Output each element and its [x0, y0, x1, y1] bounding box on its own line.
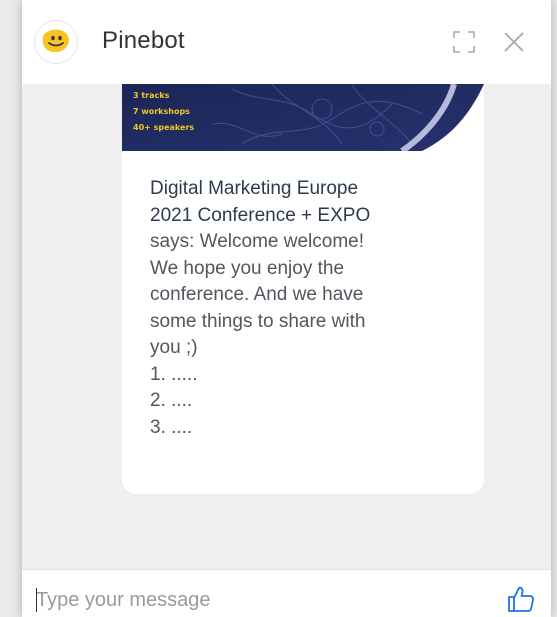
banner-stats: 3 tracks 7 workshops 40+ speakers — [133, 88, 194, 136]
sender-line: 2021 Conference + EXPO — [150, 204, 371, 226]
smiley-bot-icon — [42, 29, 69, 53]
message-composer — [22, 569, 551, 617]
conference-banner-image: 3 tracks 7 workshops 40+ speakers — [122, 84, 484, 151]
banner-stat: 7 workshops — [133, 107, 190, 116]
message-line: says: Welcome welcome! — [150, 231, 364, 252]
message-line: conference. And we have — [150, 284, 364, 305]
thumbs-up-icon — [508, 586, 534, 612]
text-caret — [36, 588, 37, 612]
chat-header: Pinebot — [22, 0, 551, 84]
expand-icon — [453, 31, 475, 53]
bot-avatar — [34, 20, 78, 64]
expand-button[interactable] — [450, 28, 478, 56]
message-list[interactable]: 3 tracks 7 workshops 40+ speakers Digita… — [22, 84, 551, 569]
close-button[interactable] — [500, 28, 528, 56]
sender-line: Digital Marketing Europe — [150, 178, 359, 199]
message-line: We hope you enjoy the — [150, 257, 345, 279]
message-input[interactable] — [36, 586, 476, 614]
message-sender: Digital Marketing Europe 2021 Conference… — [150, 176, 470, 229]
message-line: 3. .... — [150, 416, 193, 438]
message-text: Digital Marketing Europe 2021 Conference… — [150, 176, 470, 441]
message-line: some things to share with — [150, 310, 366, 332]
chat-title: Pinebot — [102, 27, 185, 54]
message-line: 1. ..... — [150, 363, 198, 385]
banner-stat: 3 tracks — [133, 91, 170, 100]
like-button[interactable] — [506, 584, 536, 614]
close-icon — [504, 32, 524, 52]
message-line: you ;) — [150, 337, 198, 358]
message-line: 2. .... — [150, 390, 193, 411]
chat-widget: Pinebot 3 tracks 7 workshops 40+ speaker… — [22, 0, 551, 617]
banner-stat: 40+ speakers — [133, 123, 195, 132]
bot-message-card: 3 tracks 7 workshops 40+ speakers Digita… — [122, 84, 484, 494]
